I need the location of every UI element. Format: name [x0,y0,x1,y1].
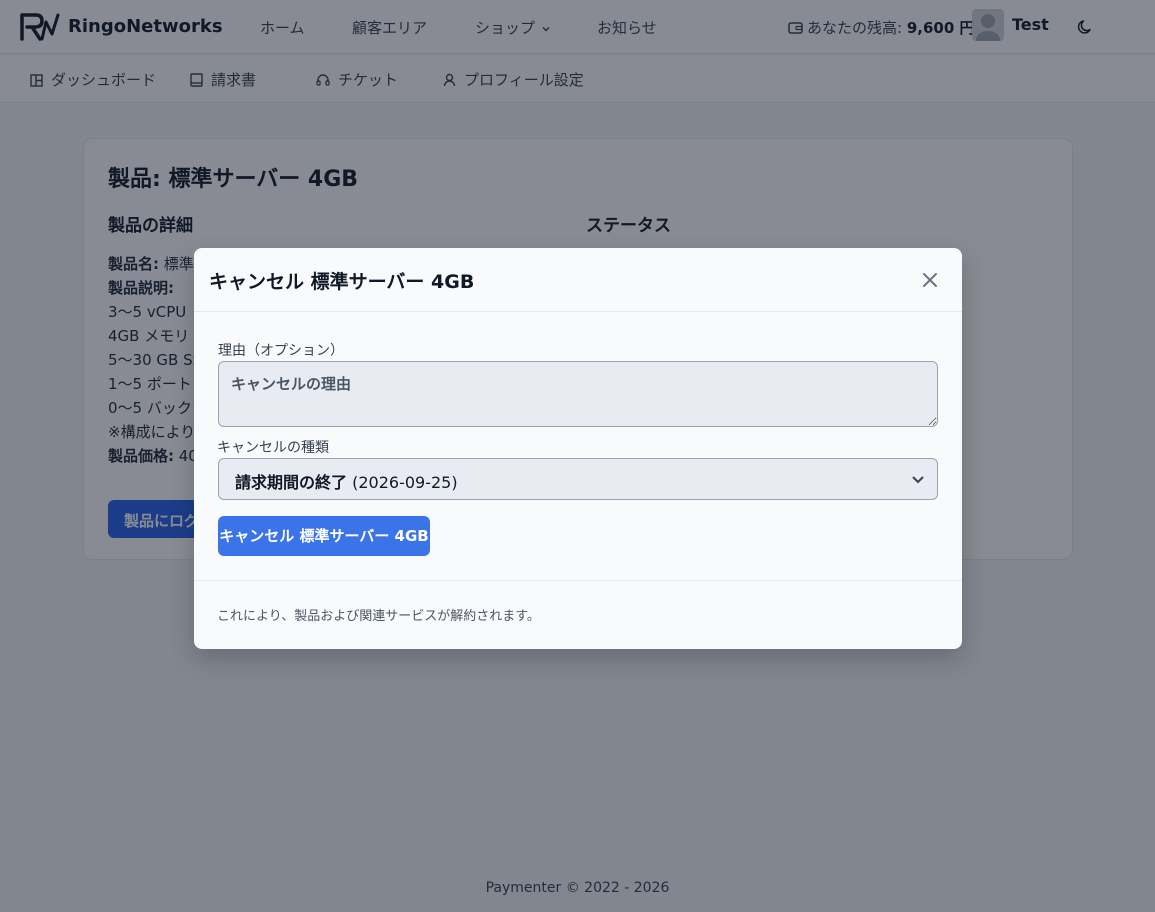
modal-note: これにより、製品および関連サービスが解約されます。 [217,609,540,624]
cancel-type-label: キャンセルの種類 [217,440,329,456]
select-value: 請求期間の終了 [235,473,348,492]
modal-header: キャンセル 標準サーバー 4GB [194,248,962,312]
close-icon[interactable] [921,271,939,289]
cancel-type-select[interactable]: 請求期間の終了 (2026-09-25) [218,458,938,500]
chevron-down-icon [912,476,924,484]
confirm-cancel-button[interactable]: キャンセル 標準サーバー 4GB [218,516,430,556]
reason-label: 理由（オプション） [218,343,344,359]
select-date: (2026-09-25) [347,473,458,492]
reason-textarea[interactable] [218,361,938,427]
divider [194,580,962,581]
cancel-modal: キャンセル 標準サーバー 4GB 理由（オプション） キャンセルの種類 請求期間… [194,248,962,649]
modal-title: キャンセル 標準サーバー 4GB [209,271,475,293]
